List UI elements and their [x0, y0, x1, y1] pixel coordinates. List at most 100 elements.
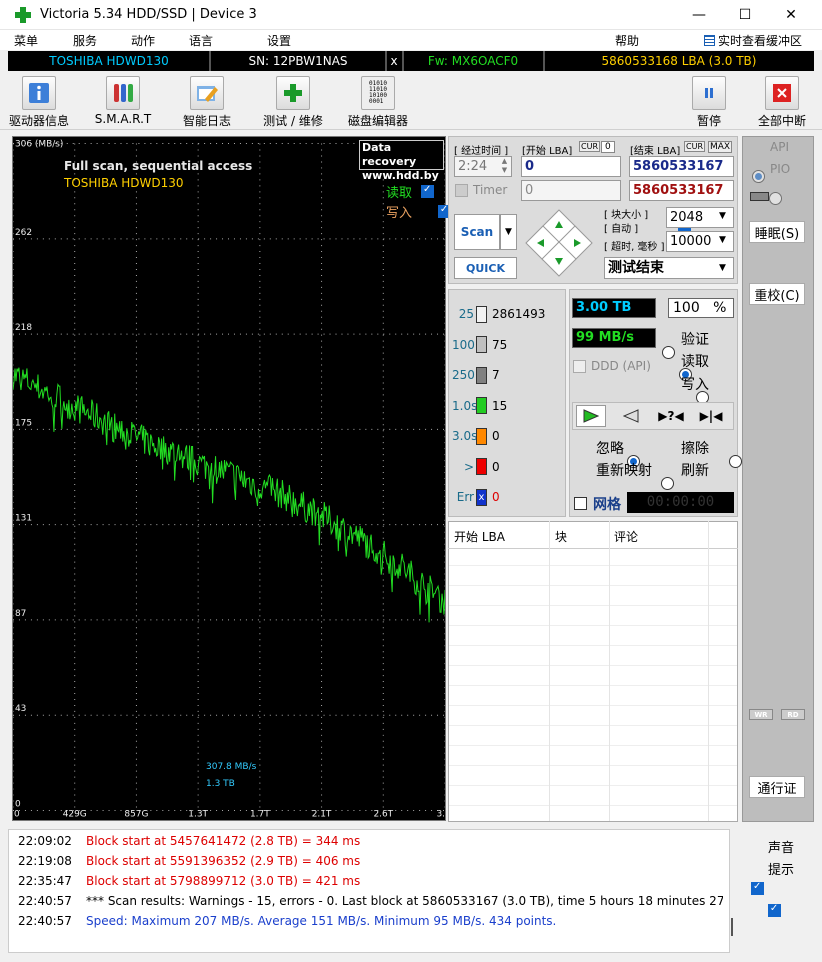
- graph-title: Full scan, sequential access: [64, 159, 253, 173]
- skip-random-button[interactable]: ▶?◀: [656, 405, 686, 427]
- log-message: *** Scan results: Warnings - 15, errors …: [86, 894, 723, 908]
- menu-item-settings[interactable]: 设置: [267, 32, 291, 49]
- skip-end-icon: ▶|◀: [699, 409, 723, 423]
- recalibrate-button[interactable]: 重校(C): [749, 283, 805, 305]
- api-radio[interactable]: [752, 170, 765, 183]
- scan-button[interactable]: Scan: [454, 214, 500, 250]
- scan-dropdown-icon[interactable]: ▼: [500, 214, 517, 250]
- back-button[interactable]: [616, 405, 646, 427]
- minimize-button[interactable]: —: [676, 0, 722, 30]
- col-blocks[interactable]: 块: [555, 528, 567, 545]
- drive-info-button[interactable]: 驱动器信息: [6, 76, 72, 129]
- verify-radio[interactable]: [662, 346, 675, 359]
- y-tick-label: 131: [15, 514, 32, 524]
- sound-checkbox[interactable]: [751, 881, 764, 895]
- y-tick-label: 175: [15, 418, 32, 428]
- latency-color-box: [476, 305, 487, 323]
- log-scroll-thumb[interactable]: [731, 918, 733, 936]
- grid-checkbox[interactable]: [574, 497, 587, 510]
- latency-label: 3.0s: [452, 429, 478, 443]
- log-row: 22:09:02 Block start at 5457641472 (2.8 T…: [18, 834, 723, 848]
- drive-x-mark[interactable]: x: [388, 53, 400, 69]
- smart-log-button[interactable]: 智能日志: [176, 76, 238, 129]
- erase-radio[interactable]: [729, 455, 743, 468]
- latency-label: 100: [452, 337, 475, 352]
- table-row-line: [449, 605, 737, 606]
- x-tick-label: 3.: [436, 809, 445, 819]
- log-time: 22:40:57: [18, 914, 72, 928]
- lba-table[interactable]: [448, 521, 738, 822]
- col-start-lba[interactable]: 开始 LBA: [454, 528, 505, 545]
- skip-end-button[interactable]: ▶|◀: [696, 405, 726, 427]
- abort-all-button[interactable]: 全部中断: [756, 76, 808, 129]
- drive-firmware: Fw: MX6OACF0: [427, 54, 519, 68]
- end-lba-field[interactable]: [629, 156, 734, 177]
- latency-count: 0: [492, 490, 500, 504]
- end-max-button[interactable]: MAX: [708, 141, 733, 153]
- play-button[interactable]: [576, 405, 606, 427]
- end-cur-button[interactable]: CUR: [684, 141, 705, 152]
- ddd-api-checkbox[interactable]: [573, 360, 586, 373]
- latency-label: Err: [456, 490, 474, 504]
- menu-item-menu[interactable]: 菜单: [14, 32, 38, 49]
- status-select[interactable]: 测试结束: [604, 257, 734, 279]
- read-legend-checkbox[interactable]: [421, 184, 434, 198]
- timer-field[interactable]: [521, 180, 621, 201]
- speed-readout: 307.8 MB/s: [206, 762, 257, 772]
- drive-lba: 5860533168 LBA (3.0 TB): [601, 54, 757, 68]
- latency-count: 7: [492, 368, 500, 382]
- buffer-view-toggle[interactable]: 实时查看缓冲区: [704, 32, 802, 49]
- menu-item-action[interactable]: 动作: [131, 32, 155, 49]
- disk-editor-button[interactable]: 01010 11010 10100 0001 磁盘编辑器: [342, 76, 414, 129]
- menu-item-language[interactable]: 语言: [189, 32, 213, 49]
- log-row: 22:40:57 Speed: Maximum 207 MB/s. Average…: [18, 914, 723, 928]
- latency-label: 1.0s: [452, 398, 478, 413]
- log-message: Speed: Maximum 207 MB/s. Average 151 MB/…: [86, 914, 557, 928]
- start-lba-field[interactable]: [521, 156, 621, 177]
- read-speed-series: [13, 367, 445, 623]
- percent-value: 100: [673, 300, 700, 316]
- hints-checkbox[interactable]: [767, 903, 781, 917]
- end-lba-max-field[interactable]: [629, 180, 734, 201]
- table-row-line: [449, 625, 737, 626]
- latency-row: 1.0s 15: [452, 396, 507, 416]
- ad-banner[interactable]: Data recovery www.hdd.by: [359, 140, 444, 182]
- x-tick-label: 1.3T: [188, 809, 208, 819]
- latency-row: Err x 0: [452, 487, 500, 507]
- table-row-line: [449, 805, 737, 806]
- pio-radio[interactable]: [768, 192, 782, 205]
- quick-button[interactable]: QUICK: [454, 257, 517, 279]
- drive-model[interactable]: TOSHIBA HDWD130: [10, 53, 208, 69]
- latency-row: 100 75: [452, 335, 507, 355]
- binary-editor-icon: 01010 11010 10100 0001: [361, 76, 395, 110]
- menu-item-help[interactable]: 帮助: [615, 32, 639, 49]
- table-row-line: [449, 785, 737, 786]
- start-cur-button[interactable]: CUR: [579, 141, 600, 152]
- passport-button[interactable]: 通行证: [749, 776, 805, 798]
- table-row-line: [449, 585, 737, 586]
- close-button[interactable]: ✕: [768, 0, 814, 30]
- speed-graph[interactable]: 306 (MB/s) 262 218 175 131 87 43 0 429G 857G 1.3T…: [12, 136, 446, 821]
- speed-display: 99 MB/s: [572, 328, 656, 348]
- log-message: Block start at 5457641472 (2.8 TB) = 344…: [86, 834, 361, 848]
- test-repair-button[interactable]: 测试 / 维修: [256, 76, 330, 129]
- auto-label: [ 自动 ]: [604, 224, 639, 235]
- ad-line2: www.hdd.by: [362, 169, 439, 182]
- table-row-line: [449, 645, 737, 646]
- menu-item-service[interactable]: 服务: [73, 32, 97, 49]
- pause-label: 暂停: [696, 114, 721, 128]
- col-comment[interactable]: 评论: [614, 528, 638, 545]
- smart-button[interactable]: S.M.A.R.T: [92, 76, 154, 126]
- pio-label: PIO: [770, 162, 791, 176]
- direction-pad[interactable]: [524, 208, 594, 278]
- start-lba-label: [开始 LBA]: [522, 146, 573, 157]
- pause-button[interactable]: 暂停: [688, 76, 730, 129]
- sleep-button[interactable]: 睡眠(S): [749, 221, 805, 243]
- sound-label: 声音: [768, 841, 795, 856]
- latency-color-box: x: [476, 488, 487, 506]
- elapsed-spinner[interactable]: ▲ ▼: [498, 157, 511, 176]
- write-legend-label: 写入: [386, 206, 413, 221]
- timer-checkbox[interactable]: [455, 184, 468, 197]
- log-message: Block start at 5591396352 (2.9 TB) = 406…: [86, 854, 361, 868]
- maximize-button[interactable]: ☐: [722, 0, 768, 30]
